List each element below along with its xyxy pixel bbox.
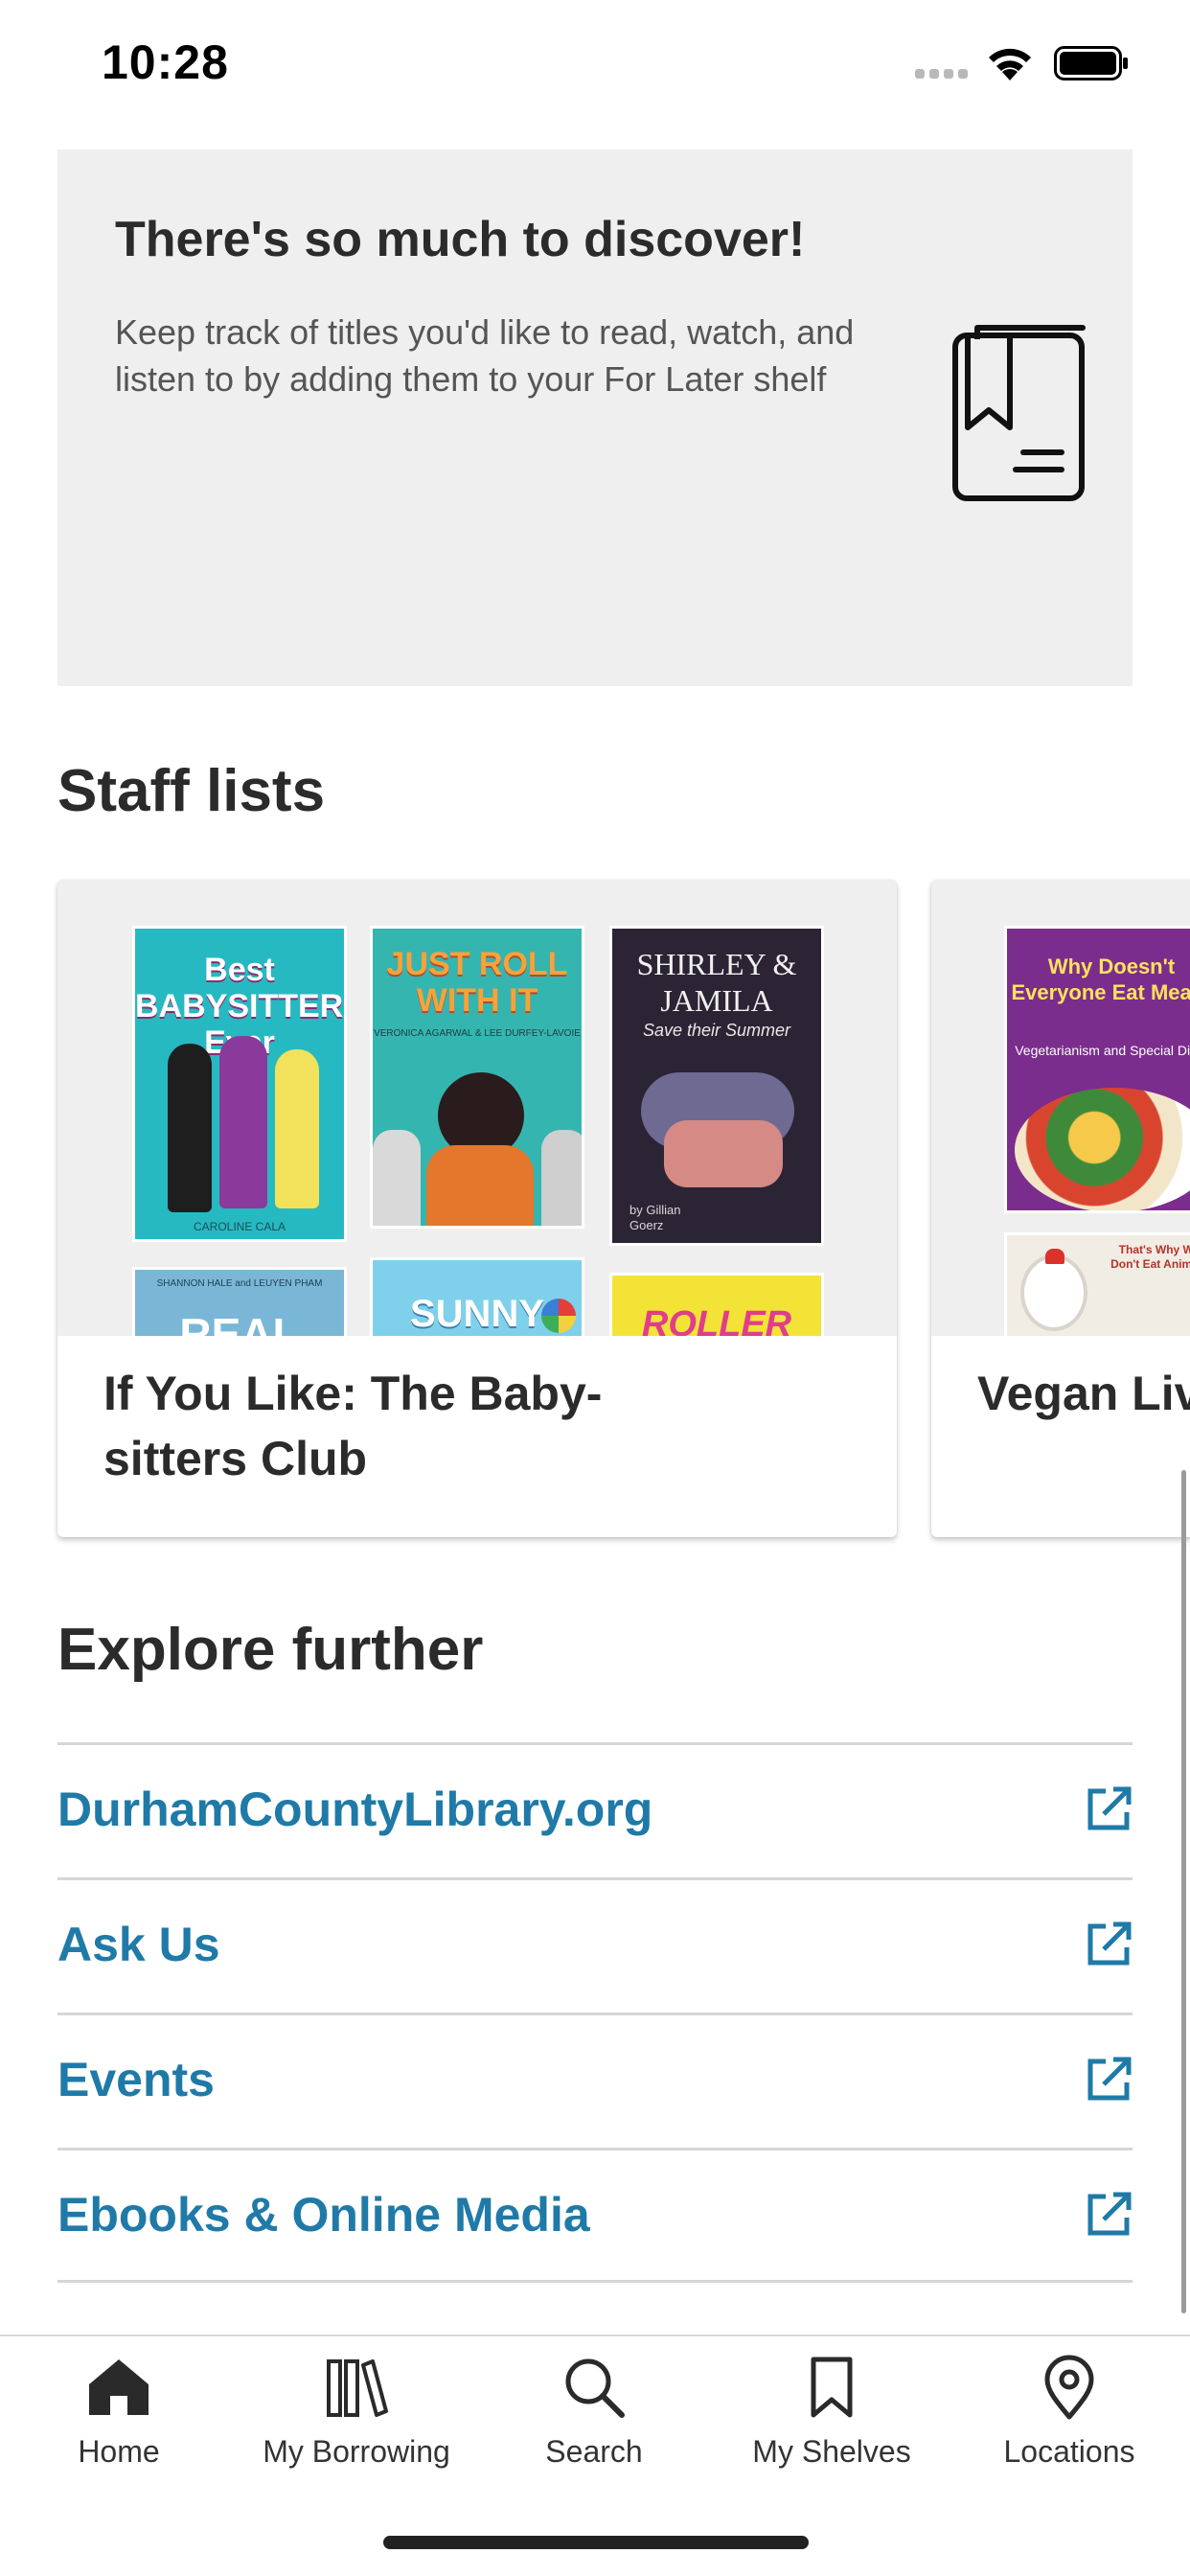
explore-links-list: DurhamCountyLibrary.org Ask Us Events Eb… <box>57 1742 1133 2283</box>
status-bar: 10:28 <box>0 0 1190 134</box>
book-cover: JUST ROLL WITH IT VERONICA AGARWAL & LEE… <box>370 926 584 1229</box>
for-later-promo-card: There's so much to discover! Keep track … <box>57 150 1133 686</box>
bookmarked-book-icon <box>952 325 1086 501</box>
events-link[interactable]: Events <box>57 2052 215 2107</box>
staff-list-title: Vegan Liv <box>977 1367 1190 1420</box>
ebooks-online-media-link[interactable]: Ebooks & Online Media <box>57 2187 590 2242</box>
tab-label: Home <box>78 2434 160 2469</box>
explore-link-row[interactable]: Ask Us <box>57 1877 1133 2012</box>
tab-locations[interactable]: Locations <box>954 2354 1184 2497</box>
tab-my-borrowing[interactable]: My Borrowing <box>241 2354 471 2497</box>
home-icon <box>89 2359 149 2415</box>
external-link-icon <box>1087 1786 1132 1830</box>
screen: 10:28 There's so much to discover! Keep … <box>0 0 1190 2576</box>
staff-list-card[interactable]: Why Doesn't Everyone Eat Meat? Vegetaria… <box>931 880 1190 1537</box>
wifi-icon <box>989 48 1031 80</box>
vertical-scrollbar[interactable] <box>1181 1470 1186 2313</box>
book-cover: Why Doesn't Everyone Eat Meat? Vegetaria… <box>1004 926 1190 1213</box>
book-cover-title: ROLLER GIRL <box>641 1304 792 1336</box>
tab-label: Locations <box>1003 2434 1135 2469</box>
book-cover: Best BABYSITTERS Ever CAROLINE CALA <box>132 926 347 1242</box>
explore-link-row[interactable]: Ebooks & Online Media <box>57 2148 1133 2283</box>
explore-further-heading: Explore further <box>57 1617 484 1683</box>
external-link-icon <box>1087 2057 1132 2101</box>
ask-us-link[interactable]: Ask Us <box>57 1917 220 1972</box>
promo-title: There's so much to discover! <box>115 212 806 267</box>
staff-list-covers: Why Doesn't Everyone Eat Meat? Vegetaria… <box>931 880 1190 1336</box>
book-cover-subtitle: Save their Summer <box>642 1021 791 1040</box>
promo-body: Keep track of titles you'd like to read,… <box>115 312 855 399</box>
staff-list-title: If You Like: The Baby-sitters Club <box>103 1367 603 1485</box>
book-cover-subtitle: Vegetarianism and Special Diets <box>1015 1043 1190 1058</box>
tab-search[interactable]: Search <box>479 2354 709 2497</box>
book-cover: SHANNON HALE and LEUYEN PHAM REAL <box>132 1267 347 1336</box>
tab-label: My Borrowing <box>263 2434 450 2469</box>
book-cover-author: SHANNON HALE and LEUYEN PHAM <box>156 1278 323 1289</box>
tab-label: My Shelves <box>752 2434 911 2469</box>
book-cover-title: JUST ROLL WITH IT <box>386 946 568 1019</box>
external-link-icon <box>1087 2192 1132 2236</box>
book-cover-title: Why Doesn't Everyone Eat Meat? <box>1011 954 1190 1004</box>
tab-home[interactable]: Home <box>4 2354 234 2497</box>
book-cover-title: SHIRLEY & JAMILA <box>636 947 797 1018</box>
book-cover-author: by Gillian Goerz <box>629 1203 681 1232</box>
staff-list-card[interactable]: Best BABYSITTERS Ever CAROLINE CALA JUST… <box>57 880 897 1537</box>
location-pin-icon <box>1044 2355 1094 2420</box>
external-link-icon <box>1087 1921 1132 1966</box>
home-indicator[interactable] <box>383 2536 809 2549</box>
book-cover-author: VERONICA AGARWAL & LEE DURFEY-LAVOIE <box>374 1028 581 1039</box>
book-cover-author: CAROLINE CALA <box>193 1220 286 1233</box>
status-time: 10:28 <box>102 35 229 89</box>
book-cover: SUNNY <box>370 1257 584 1336</box>
book-cover-title: REAL <box>179 1309 300 1336</box>
bookmark-icon <box>811 2357 853 2418</box>
tab-my-shelves[interactable]: My Shelves <box>717 2354 947 2497</box>
battery-icon <box>1054 46 1128 80</box>
book-cover: That's Why We Don't Eat Animals <box>1004 1232 1190 1336</box>
explore-link-row[interactable]: Events <box>57 2012 1133 2148</box>
cellular-signal-icon <box>915 69 968 79</box>
tab-label: Search <box>545 2434 643 2469</box>
durham-county-library-link[interactable]: DurhamCountyLibrary.org <box>57 1782 652 1837</box>
book-cover: SHIRLEY & JAMILA Save their Summer by Gi… <box>609 926 824 1246</box>
search-icon <box>565 2358 625 2418</box>
books-icon <box>327 2359 388 2417</box>
staff-list-covers: Best BABYSITTERS Ever CAROLINE CALA JUST… <box>57 880 897 1336</box>
book-cover: ROLLER GIRL <box>609 1273 824 1336</box>
explore-link-row[interactable]: DurhamCountyLibrary.org <box>57 1742 1133 1877</box>
book-cover-title: That's Why We Don't Eat Animals <box>1110 1243 1190 1271</box>
staff-lists-heading: Staff lists <box>57 758 326 824</box>
